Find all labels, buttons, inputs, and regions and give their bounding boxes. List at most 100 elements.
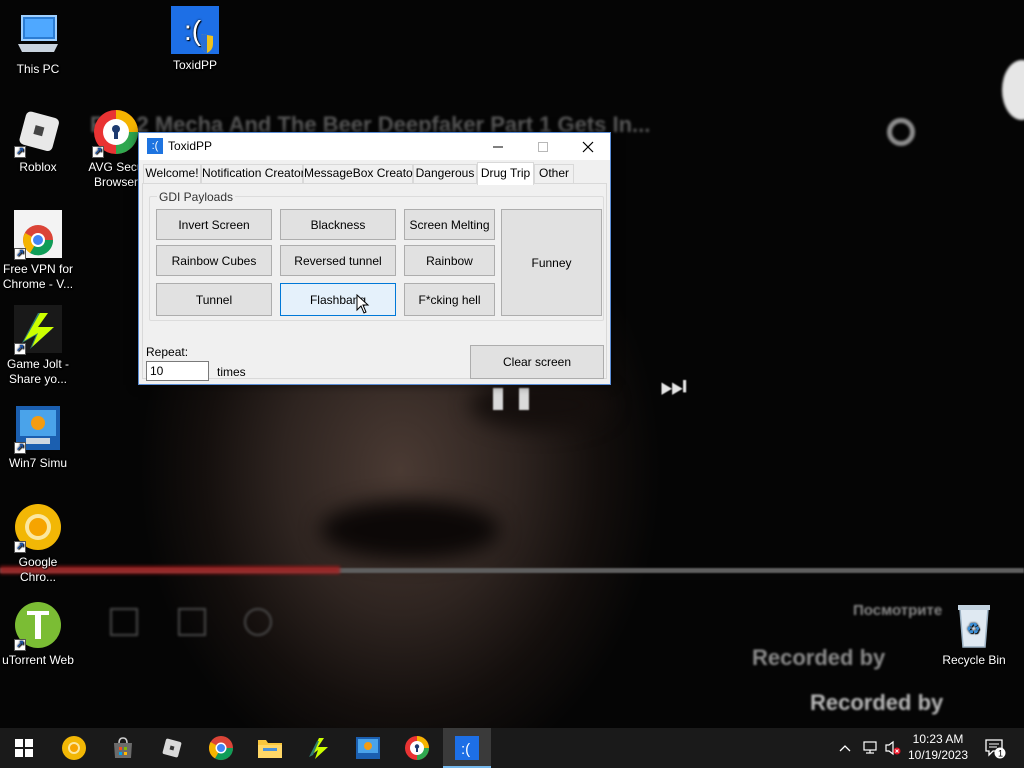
clock-time: 10:23 AM — [912, 732, 964, 746]
funney-button[interactable]: Funney — [501, 209, 602, 316]
fcking-hell-button[interactable]: F*cking hell — [404, 283, 495, 316]
desktop-icon-chrome-canary[interactable]: Google Chro... — [0, 503, 76, 585]
minimize-icon — [492, 146, 503, 147]
mouse-cursor-icon — [356, 293, 370, 314]
avg-browser-icon — [92, 108, 140, 159]
desktop-icon-label: ToxidPP — [172, 58, 218, 72]
shortcut-arrow-icon — [14, 637, 26, 652]
wallpaper-small-caption: Посмотрите — [853, 602, 943, 619]
wallpaper-control-icon — [178, 608, 206, 636]
times-label: times — [217, 365, 246, 379]
toxidpp-app-icon: :( — [147, 138, 163, 154]
win7-simu-icon — [14, 404, 62, 455]
wallpaper-control-icon — [110, 608, 138, 636]
wallpaper-skip-icon: ⏭ — [660, 370, 687, 403]
minimize-button[interactable] — [475, 133, 520, 160]
recycle-bin-icon: ♻ — [950, 601, 998, 649]
wallpaper-pause-icon — [493, 388, 535, 410]
win7-simu-icon — [356, 737, 380, 759]
maximize-button[interactable] — [520, 133, 565, 160]
wallpaper-disc-icon — [887, 118, 915, 146]
desktop-icon-label: Recycle Bin — [942, 653, 1006, 667]
desktop-icon-label: Roblox — [19, 160, 57, 174]
rainbow-button[interactable]: Rainbow — [404, 245, 495, 276]
desktop-icon-label: Win7 Simu — [8, 456, 67, 470]
chrome-icon — [208, 736, 233, 761]
shortcut-arrow-icon — [14, 144, 26, 159]
desktop-icon-win7-simu[interactable]: Win7 Simu — [0, 404, 76, 471]
desktop-icon-utorrent[interactable]: uTorrent Web — [0, 601, 76, 668]
shortcut-arrow-icon — [92, 144, 104, 159]
desktop-icon-label: Game Jolt - Share yo... — [6, 357, 69, 386]
tunnel-button[interactable]: Tunnel — [156, 283, 272, 316]
desktop-icon-recycle-bin[interactable]: ♻ Recycle Bin — [936, 601, 1012, 668]
wallpaper-eye-shadow — [470, 380, 610, 430]
screen-melting-button[interactable]: Screen Melting — [404, 209, 495, 240]
taskbar-avg-browser[interactable] — [393, 728, 441, 768]
shortcut-arrow-icon — [14, 440, 26, 455]
desktop-icon-roblox[interactable]: Roblox — [0, 108, 76, 175]
roblox-icon — [162, 738, 182, 758]
avg-browser-icon — [405, 736, 429, 760]
taskbar-roblox[interactable] — [148, 728, 196, 768]
gamejolt-icon — [14, 305, 62, 356]
taskbar-file-explorer[interactable] — [246, 728, 294, 768]
taskbar-win7-simu[interactable] — [344, 728, 392, 768]
utorrent-icon — [14, 601, 62, 652]
svg-text::(: :( — [461, 741, 470, 758]
desktop-icon-free-vpn[interactable]: Free VPN for Chrome - V... — [0, 210, 76, 292]
tab-drug-trip[interactable]: Drug Trip — [477, 162, 534, 185]
shortcut-arrow-icon — [14, 246, 26, 261]
desktop-icon-gamejolt[interactable]: Game Jolt - Share yo... — [0, 305, 76, 387]
reversed-tunnel-button[interactable]: Reversed tunnel — [280, 245, 396, 276]
invert-screen-button[interactable]: Invert Screen — [156, 209, 272, 240]
taskbar-toxidpp[interactable]: :( — [443, 728, 491, 768]
tab-notification-creator[interactable]: Notification Creator — [201, 164, 305, 183]
taskbar-clock[interactable]: 10:23 AM 10/19/2023 — [900, 731, 976, 763]
tab-messagebox-creator[interactable]: MessageBox Creator — [303, 164, 417, 183]
repeat-label: Repeat: — [146, 345, 189, 359]
close-button[interactable] — [565, 133, 610, 160]
toxidpp-icon: :( — [171, 6, 219, 54]
taskbar-chrome[interactable] — [197, 728, 245, 768]
taskbar-store[interactable] — [99, 728, 147, 768]
toxidpp-icon: :( — [455, 736, 479, 760]
desktop-icon-label: uTorrent Web — [2, 653, 74, 667]
desktop-icon-toxidpp[interactable]: :( ToxidPP — [157, 6, 233, 73]
chrome-canary-icon — [62, 736, 86, 760]
maximize-icon — [537, 141, 548, 152]
store-bag-icon — [114, 737, 132, 758]
flashbang-button[interactable]: Flashbang — [280, 283, 396, 316]
rainbow-cubes-button[interactable]: Rainbow Cubes — [156, 245, 272, 276]
roblox-icon — [14, 108, 62, 159]
chrome-canary-icon — [14, 503, 62, 554]
group-label: GDI Payloads — [157, 190, 236, 204]
tab-dangerous[interactable]: Dangerous — [413, 164, 477, 183]
drug-trip-tab-page: GDI Payloads Invert Screen Blackness Scr… — [142, 183, 607, 381]
taskbar: :( 10:23 AM 10/19/2023 1 — [0, 728, 1024, 768]
wallpaper-mouth-shadow — [320, 500, 500, 560]
desktop-icon-label: This PC — [16, 62, 60, 76]
action-center-button[interactable]: 1 — [984, 728, 1006, 768]
window-titlebar[interactable]: :( ToxidPP — [139, 133, 610, 160]
blackness-button[interactable]: Blackness — [280, 209, 396, 240]
wallpaper-recorded-by-1: Recorded by — [752, 645, 886, 670]
tab-welcome[interactable]: Welcome! — [143, 164, 201, 183]
clock-date: 10/19/2023 — [907, 748, 969, 762]
clear-screen-button[interactable]: Clear screen — [470, 345, 604, 379]
tab-other[interactable]: Other — [534, 164, 574, 183]
taskbar-chrome-canary[interactable] — [50, 728, 98, 768]
repeat-count-input[interactable] — [146, 361, 209, 381]
network-button[interactable] — [862, 728, 880, 768]
desktop-icon-label: Google Chro... — [18, 555, 58, 584]
start-button[interactable] — [0, 728, 48, 768]
desktop-icon-this-pc[interactable]: This PC — [0, 10, 76, 77]
show-hidden-icons-button[interactable] — [838, 728, 852, 768]
wallpaper-control-icon — [244, 608, 272, 636]
notification-icon: 1 — [985, 739, 1006, 759]
network-icon — [863, 741, 877, 754]
taskbar-gamejolt[interactable] — [295, 728, 343, 768]
toxidpp-window: :( ToxidPP Welcome! Notification Creator… — [138, 132, 611, 385]
shortcut-arrow-icon — [14, 341, 26, 356]
wallpaper-recorded-by-2: Recorded by — [810, 690, 944, 715]
